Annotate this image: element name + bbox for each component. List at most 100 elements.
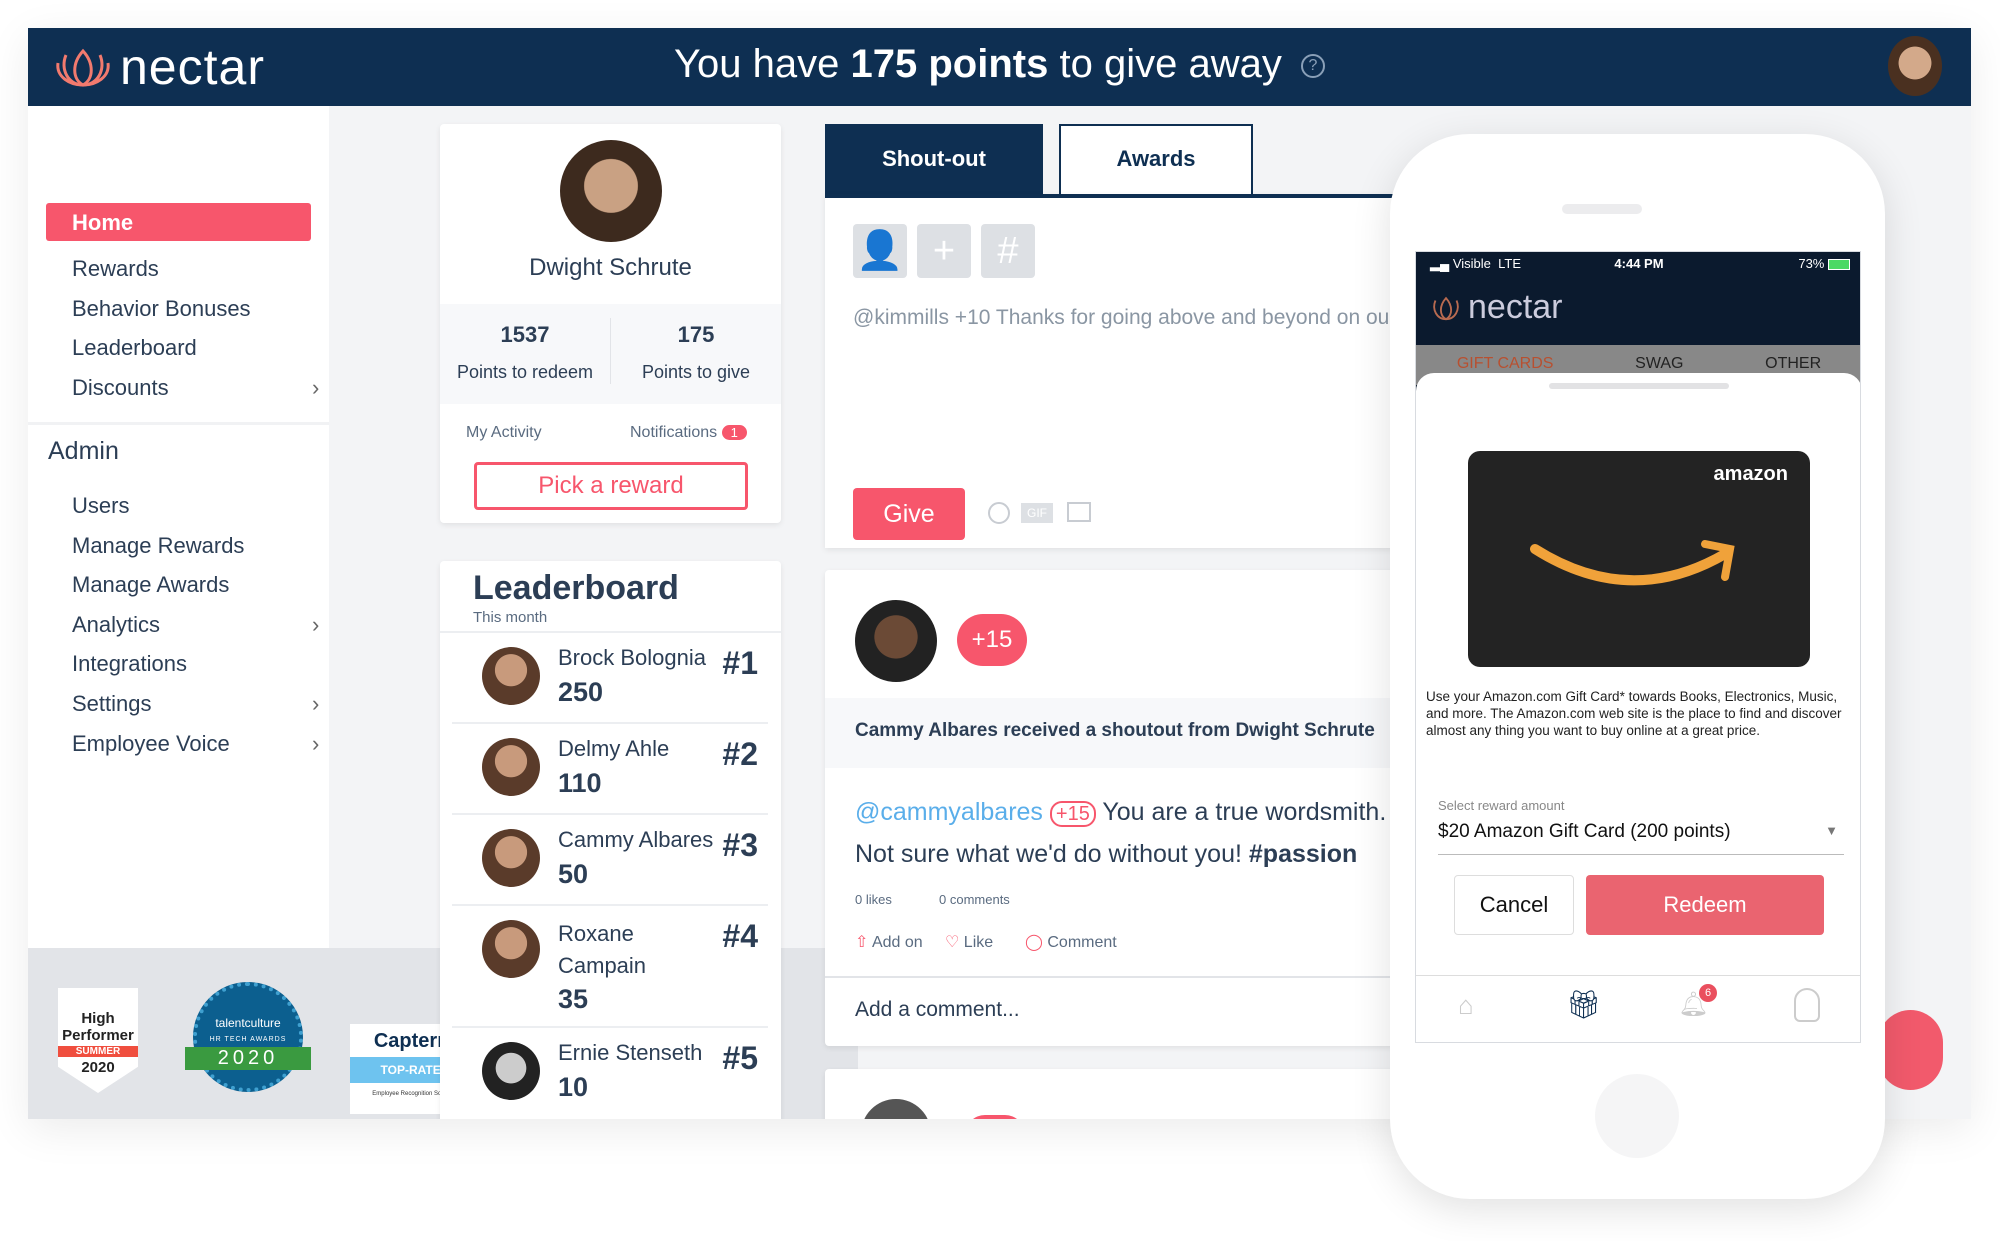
add-on-button[interactable]: ⇧ Add on bbox=[855, 932, 923, 952]
phone-speaker bbox=[1562, 204, 1642, 214]
pick-reward-button[interactable]: Pick a reward bbox=[474, 462, 748, 510]
emoji-icon[interactable] bbox=[988, 502, 1010, 524]
gift-icon[interactable]: 🎁︎ bbox=[1566, 988, 1602, 1021]
plus-icon[interactable]: + bbox=[917, 224, 971, 278]
comments-count: 0 comments bbox=[939, 892, 1010, 907]
phone-mockup: ▂▄ Visible LTE 4:44 PM 73% nectar GIFT C… bbox=[1390, 134, 1885, 1199]
amazon-smile-icon bbox=[1530, 540, 1735, 586]
sidebar-item-home[interactable]: Home bbox=[46, 203, 311, 241]
avatar bbox=[482, 1042, 540, 1100]
lotus-icon bbox=[1433, 296, 1459, 320]
hashtag-icon[interactable]: # bbox=[981, 224, 1035, 278]
shoutout-input[interactable]: @kimmills +10 Thanks for going above and… bbox=[853, 306, 1423, 330]
top-header: nectar You have 175 points to give away … bbox=[28, 28, 1971, 106]
sidebar-item-rewards[interactable]: Rewards bbox=[72, 256, 159, 282]
sidebar-item-behavior-bonuses[interactable]: Behavior Bonuses bbox=[72, 296, 251, 322]
points-to-give-label: Points to give bbox=[641, 362, 751, 382]
sidebar: Home Rewards Behavior Bonuses Leaderboar… bbox=[28, 106, 329, 948]
phone-home-button bbox=[1595, 1074, 1679, 1158]
profile-avatar bbox=[560, 140, 662, 242]
notification-badge: 6 bbox=[1699, 984, 1717, 1002]
post-summary: Cammy Albares received a shoutout from D… bbox=[825, 698, 1425, 768]
reward-amount-select[interactable]: $20 Amazon Gift Card (200 points) ▼ bbox=[1438, 821, 1844, 855]
shoutout-post: +15 Cammy Albares received a shoutout fr… bbox=[825, 570, 1425, 1046]
dropdown-arrow-icon: ▼ bbox=[1825, 823, 1838, 838]
phone-bottom-nav: ⌂ 🎁︎ 🔔︎ 6 bbox=[1416, 975, 1860, 1042]
next-post bbox=[825, 1069, 1425, 1119]
points-summary: 1537 Points to redeem 175 Points to give bbox=[440, 304, 781, 404]
recipient-avatar bbox=[855, 600, 937, 682]
sidebar-item-manage-rewards[interactable]: Manage Rewards bbox=[72, 533, 244, 559]
points-to-redeem-label: Points to redeem bbox=[456, 362, 594, 382]
notifications-link[interactable]: Notifications 1 bbox=[630, 424, 747, 442]
tab-awards[interactable]: Awards bbox=[1059, 124, 1253, 194]
profile-icon[interactable] bbox=[1794, 988, 1820, 1022]
sidebar-item-leaderboard[interactable]: Leaderboard bbox=[72, 335, 197, 361]
status-time: 4:44 PM bbox=[1614, 256, 1664, 271]
profile-name: Dwight Schrute bbox=[529, 254, 692, 281]
leaderboard-subtitle: This month bbox=[473, 609, 548, 626]
avatar bbox=[482, 920, 540, 978]
avatar bbox=[482, 647, 540, 705]
redeem-button[interactable]: Redeem bbox=[1586, 875, 1824, 935]
avatar bbox=[482, 738, 540, 796]
leaderboard-row[interactable]: Cammy Albares 50 #3 bbox=[452, 815, 768, 906]
leaderboard-row[interactable]: Delmy Ahle 110 #2 bbox=[452, 724, 768, 815]
notification-badge: 1 bbox=[721, 425, 747, 440]
likes-count: 0 likes bbox=[855, 892, 892, 907]
g2-badge: High Performer SUMMER 2020 bbox=[58, 988, 138, 1093]
battery-icon bbox=[1828, 259, 1850, 271]
amazon-gift-card: amazon bbox=[1468, 451, 1810, 667]
comment-button[interactable]: ◯ Comment bbox=[1025, 932, 1117, 952]
post-message: @cammyalbares +15 You are a true wordsmi… bbox=[855, 798, 1409, 868]
compose-card: 👤 + # @kimmills +10 Thanks for going abo… bbox=[825, 194, 1425, 548]
sidebar-item-analytics[interactable]: Analytics bbox=[72, 612, 332, 638]
points-banner: You have 175 points to give away ? bbox=[28, 42, 1971, 87]
give-button[interactable]: Give bbox=[853, 488, 965, 540]
question-circle-icon[interactable]: ? bbox=[1300, 54, 1325, 79]
sidebar-item-employee-voice[interactable]: Employee Voice bbox=[72, 731, 332, 757]
speech-bubble-icon: ◯ bbox=[1025, 934, 1043, 951]
status-battery: 73% bbox=[1798, 256, 1850, 271]
leaderboard-card: Leaderboard This month Brock Bolognia 250… bbox=[440, 561, 781, 1119]
avatar bbox=[482, 829, 540, 887]
points-badge bbox=[965, 1115, 1025, 1119]
sidebar-item-discounts[interactable]: Discounts bbox=[72, 375, 332, 401]
points-to-redeem-value: 1537 bbox=[500, 322, 550, 347]
hashtag-link[interactable]: #passion bbox=[1249, 840, 1357, 868]
select-label: Select reward amount bbox=[1438, 798, 1565, 813]
chat-widget-button[interactable] bbox=[1878, 1010, 1943, 1090]
leaderboard-row[interactable]: Ernie Stenseth 10 #5 bbox=[452, 1028, 768, 1119]
add-user-icon[interactable]: 👤 bbox=[853, 224, 907, 278]
redeem-sheet: amazon Use your Amazon.com Gift Card* to… bbox=[1416, 373, 1860, 1042]
divider bbox=[28, 422, 329, 425]
points-to-give-value: 175 bbox=[677, 322, 715, 347]
leaderboard-title: Leaderboard bbox=[473, 569, 679, 607]
arrow-up-icon: ⇧ bbox=[855, 934, 869, 951]
like-button[interactable]: ♡ Like bbox=[945, 932, 993, 952]
cancel-button[interactable]: Cancel bbox=[1454, 875, 1574, 935]
sheet-handle[interactable] bbox=[1549, 383, 1729, 389]
sidebar-item-integrations[interactable]: Integrations bbox=[72, 651, 187, 677]
phone-screen: ▂▄ Visible LTE 4:44 PM 73% nectar GIFT C… bbox=[1415, 251, 1861, 1043]
reward-description: Use your Amazon.com Gift Card* towards B… bbox=[1426, 689, 1842, 738]
sidebar-item-manage-awards[interactable]: Manage Awards bbox=[72, 572, 229, 598]
tab-shout-out[interactable]: Shout-out bbox=[825, 124, 1043, 194]
leaderboard-row[interactable]: Roxane Campain 35 #4 bbox=[452, 906, 768, 1028]
points-badge: +15 bbox=[957, 614, 1027, 666]
mention-link[interactable]: @cammyalbares bbox=[855, 798, 1043, 826]
admin-heading: Admin bbox=[48, 437, 119, 465]
sidebar-item-settings[interactable]: Settings bbox=[72, 691, 332, 717]
leaderboard-row[interactable]: Brock Bolognia 250 #1 bbox=[452, 633, 768, 724]
home-icon[interactable]: ⌂ bbox=[1458, 990, 1474, 1021]
phone-logo: nectar bbox=[1428, 288, 1563, 327]
heart-icon: ♡ bbox=[945, 934, 960, 951]
avatar bbox=[861, 1099, 931, 1119]
sidebar-item-users[interactable]: Users bbox=[72, 493, 129, 519]
gif-icon[interactable]: GIF bbox=[1021, 503, 1053, 523]
my-activity-link[interactable]: My Activity bbox=[466, 424, 542, 442]
talentculture-badge: talentculture HR TECH AWARDS 2020 bbox=[185, 982, 311, 1092]
comment-input[interactable]: Add a comment... bbox=[855, 998, 1020, 1022]
image-icon[interactable] bbox=[1067, 502, 1091, 522]
user-avatar[interactable] bbox=[1888, 36, 1942, 96]
